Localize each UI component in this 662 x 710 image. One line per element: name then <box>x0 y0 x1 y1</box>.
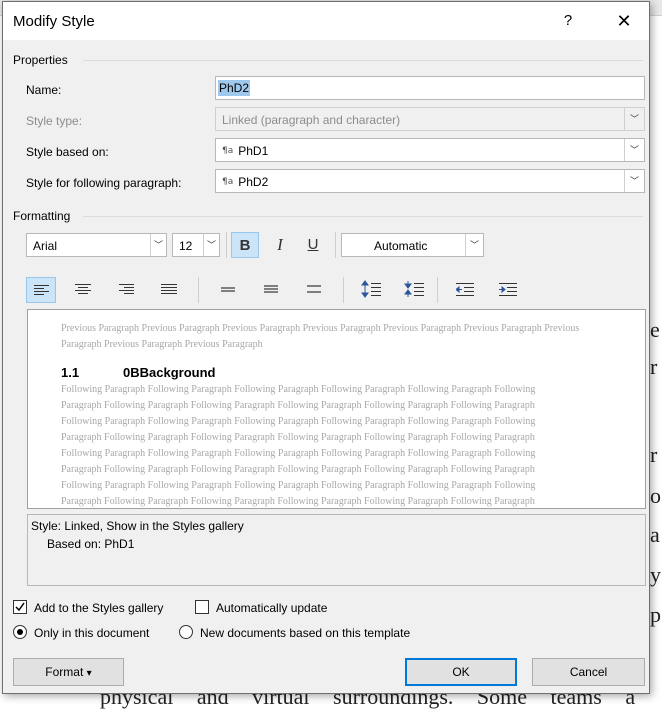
background-text-char: e <box>650 317 660 342</box>
linked-style-icon: ¶a <box>222 146 234 156</box>
align-center-icon <box>75 284 91 294</box>
background-text-char: o <box>650 483 661 508</box>
toolbar-separator <box>198 277 199 303</box>
font-value: Arial <box>33 239 58 253</box>
background-text-char: r <box>650 354 658 379</box>
toolbar-separator <box>335 232 336 258</box>
checkmark-icon <box>15 602 25 612</box>
new-documents-radio[interactable] <box>179 625 193 639</box>
formatting-group-label: Formatting <box>13 209 71 223</box>
only-this-document-radio[interactable] <box>13 625 27 639</box>
increase-spacing-button[interactable] <box>356 276 386 304</box>
decrease-spacing-button[interactable] <box>399 276 429 304</box>
dropdown-arrow-icon: ▾ <box>86 668 92 679</box>
bold-button[interactable]: B <box>231 232 259 258</box>
decrease-indent-button[interactable] <box>451 277 481 303</box>
background-text-char: y <box>650 562 661 587</box>
toolbar-separator <box>226 232 227 258</box>
name-value: PhD2 <box>218 80 251 96</box>
following-paragraph-value: PhD2 <box>238 175 269 189</box>
format-button-label: Format <box>45 665 84 679</box>
font-color-combo[interactable]: Automatic ﹀ <box>341 233 484 257</box>
format-menu-button[interactable]: Format ▾ <box>13 658 124 686</box>
background-text-char: r <box>650 442 658 467</box>
title-bar: Modify Style ? ✕ <box>3 2 649 40</box>
help-button[interactable]: ? <box>558 10 578 32</box>
name-label: Name: <box>26 83 62 97</box>
align-center-button[interactable] <box>68 277 98 303</box>
preview-heading-number: 1.1 <box>61 365 80 380</box>
align-right-icon <box>119 284 134 294</box>
name-field[interactable]: PhD2 <box>215 76 645 100</box>
cancel-button[interactable]: Cancel <box>532 658 645 686</box>
style-type-label: Style type: <box>26 114 83 128</box>
style-description: Style: Linked, Show in the Styles galler… <box>27 514 646 586</box>
paragraph-spacing-icon <box>404 281 424 297</box>
background-text-char: p <box>650 602 661 627</box>
style-preview: Previous Paragraph Previous Paragraph Pr… <box>27 309 646 509</box>
auto-update-label: Automatically update <box>216 601 328 615</box>
font-size-combo[interactable]: 12 ﹀ <box>172 233 220 257</box>
preview-previous-paragraph: Previous Paragraph Previous Paragraph Pr… <box>61 323 580 350</box>
chevron-down-icon: ﹀ <box>624 139 644 161</box>
add-to-gallery-checkbox[interactable] <box>13 600 27 614</box>
preview-heading-text: 0BBackground <box>123 365 216 380</box>
only-this-document-label: Only in this document <box>34 626 150 640</box>
preview-heading: 1.1 0BBackground <box>61 365 215 380</box>
chevron-down-icon: ﹀ <box>150 234 166 256</box>
double-spacing-icon <box>307 285 321 293</box>
description-line: Style: Linked, Show in the Styles galler… <box>31 519 244 533</box>
preview-following-paragraph: Following Paragraph Following Paragraph … <box>61 384 536 507</box>
chevron-down-icon: ﹀ <box>203 234 219 256</box>
align-left-button[interactable] <box>26 277 56 303</box>
chevron-down-icon: ﹀ <box>465 234 483 256</box>
linked-style-icon: ¶a <box>222 177 234 187</box>
following-paragraph-combo[interactable]: ¶a PhD2 ﹀ <box>215 169 645 193</box>
decrease-indent-icon <box>456 283 474 296</box>
double-spacing-button[interactable] <box>299 277 329 303</box>
properties-group-label: Properties <box>13 53 68 67</box>
chevron-down-icon: ﹀ <box>624 170 644 192</box>
close-button[interactable]: ✕ <box>611 9 637 33</box>
based-on-value: PhD1 <box>238 144 269 158</box>
description-line: Based on: PhD1 <box>47 537 135 551</box>
ok-button[interactable]: OK <box>405 658 517 686</box>
paragraph-spacing-icon <box>361 280 381 298</box>
justify-icon <box>161 284 177 294</box>
background-text-char: a <box>650 522 660 547</box>
add-to-gallery-label: Add to the Styles gallery <box>34 601 164 615</box>
toolbar-separator <box>343 277 344 303</box>
justify-button[interactable] <box>154 277 184 303</box>
style-type-combo[interactable]: Linked (paragraph and character) ﹀ <box>215 107 645 131</box>
one-half-spacing-button[interactable] <box>256 277 286 303</box>
single-spacing-icon <box>221 287 235 292</box>
dialog-title: Modify Style <box>13 13 95 30</box>
increase-indent-button[interactable] <box>494 277 524 303</box>
font-size-value: 12 <box>179 239 193 253</box>
formatting-divider <box>83 216 643 217</box>
one-half-spacing-icon <box>264 285 278 293</box>
auto-update-checkbox[interactable] <box>195 600 209 614</box>
align-right-button[interactable] <box>111 277 141 303</box>
following-paragraph-label: Style for following paragraph: <box>26 176 182 190</box>
toolbar-separator <box>437 277 438 303</box>
italic-button[interactable]: I <box>266 232 294 258</box>
new-documents-label: New documents based on this template <box>200 626 411 640</box>
style-type-value: Linked (paragraph and character) <box>222 113 401 127</box>
underline-button[interactable]: U <box>299 232 327 258</box>
modify-style-dialog: Modify Style ? ✕ Properties Name: PhD2 S… <box>2 1 650 694</box>
chevron-down-icon: ﹀ <box>624 108 644 130</box>
align-left-icon <box>34 285 49 295</box>
font-color-value: Automatic <box>374 239 428 253</box>
properties-divider <box>83 60 643 61</box>
single-spacing-button[interactable] <box>213 277 243 303</box>
increase-indent-icon <box>499 283 517 296</box>
font-combo[interactable]: Arial ﹀ <box>26 233 167 257</box>
based-on-label: Style based on: <box>26 145 109 159</box>
based-on-combo[interactable]: ¶a PhD1 ﹀ <box>215 138 645 162</box>
